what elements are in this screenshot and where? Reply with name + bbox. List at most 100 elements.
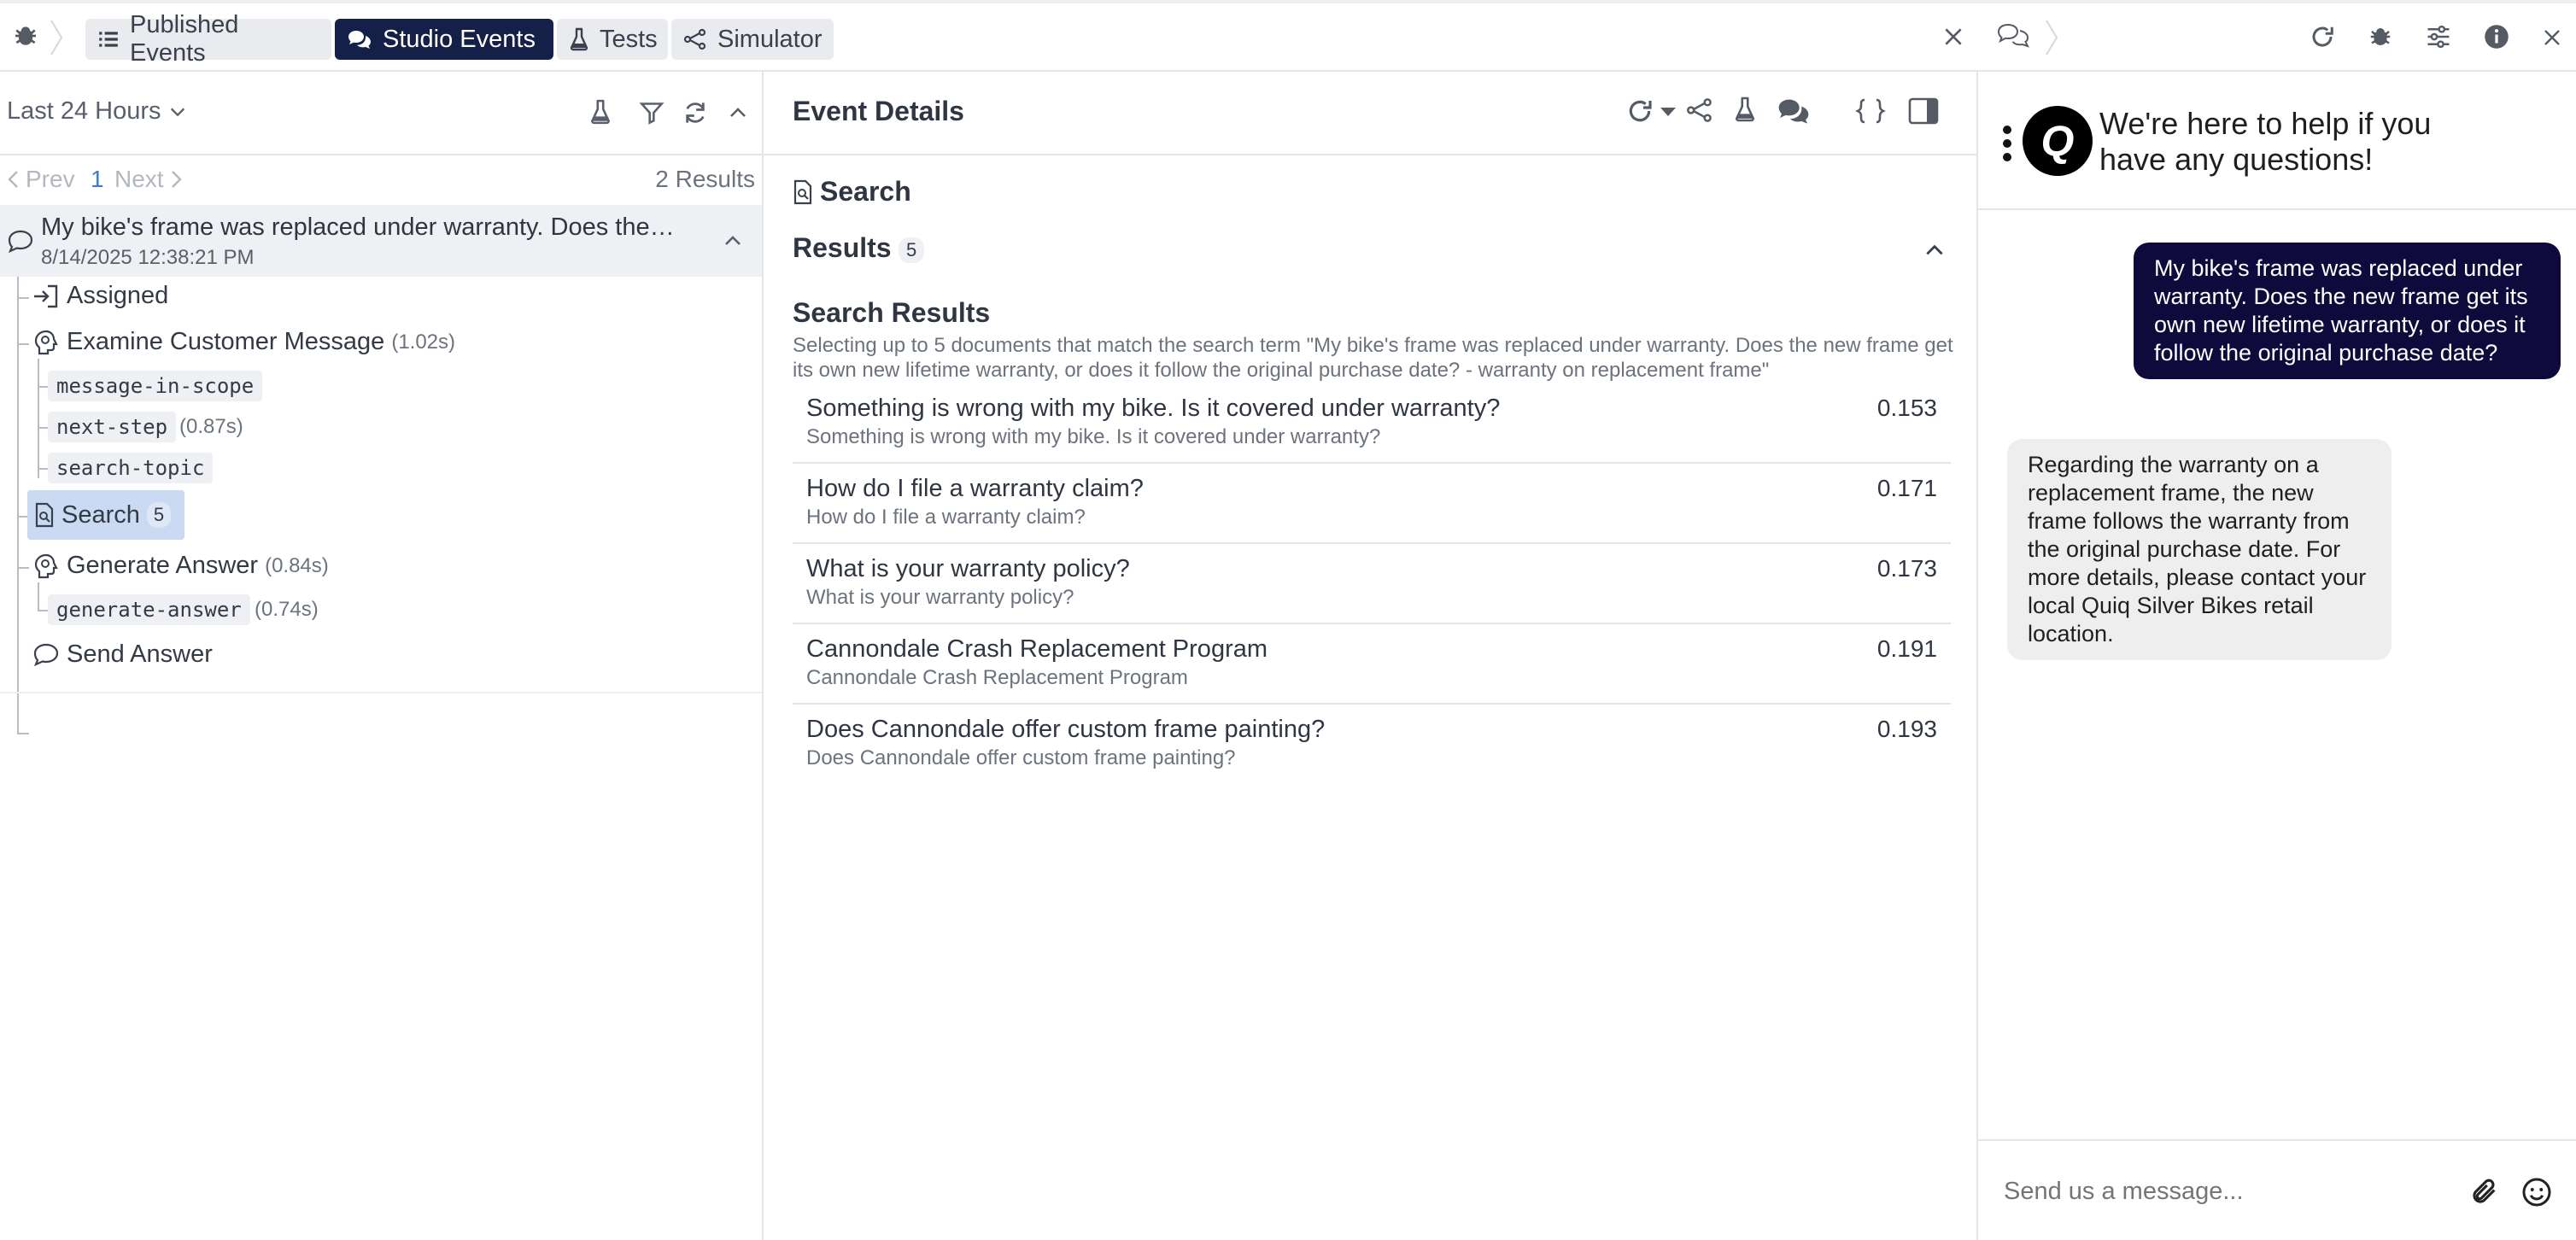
count-badge: 5: [146, 502, 172, 528]
more-options-icon[interactable]: [2002, 125, 2012, 162]
caret-down-icon[interactable]: [1659, 106, 1677, 118]
page-title: Event Details: [793, 96, 964, 126]
tree-connector: [17, 343, 29, 345]
duration-label: (1.02s): [391, 330, 456, 354]
events-list-panel: Last 24 Hours Prev 1 Next 2 Results My b…: [0, 72, 764, 1240]
info-icon[interactable]: [2484, 24, 2509, 50]
brand-logo: Q: [2023, 106, 2093, 176]
code-braces-icon[interactable]: [1855, 97, 1886, 125]
chat-header: Q We're here to help if you have any que…: [1978, 72, 2576, 210]
tab-label: Published Events: [130, 11, 239, 67]
result-score: 0.191: [1876, 635, 1937, 662]
duration-label: (0.74s): [255, 598, 319, 621]
duration-label: (0.84s): [265, 553, 329, 577]
search-result-row[interactable]: How do I file a warranty claim? How do I…: [793, 463, 1951, 544]
sliders-icon[interactable]: [2426, 24, 2451, 50]
share-nodes-icon[interactable]: [1686, 97, 1713, 123]
message-input[interactable]: [2002, 1173, 2450, 1209]
refresh-icon[interactable]: [2310, 24, 2335, 50]
chat-toolbar: [1978, 0, 2576, 72]
prev-page-button[interactable]: Prev: [5, 166, 75, 193]
result-subtitle: Something is wrong with my bike. Is it c…: [806, 425, 1381, 448]
chat-bubble-icon: [32, 642, 60, 668]
result-subtitle: Cannondale Crash Replacement Program: [806, 666, 1188, 689]
search-result-row[interactable]: Cannondale Crash Replacement Program Can…: [793, 623, 1951, 705]
search-result-row[interactable]: Something is wrong with my bike. Is it c…: [793, 383, 1951, 464]
tag-generate-answer[interactable]: generate-answer: [48, 594, 250, 625]
logo-letter: Q: [2040, 117, 2075, 165]
emoji-icon[interactable]: [2521, 1177, 2552, 1208]
events-filter-bar: Last 24 Hours: [0, 72, 762, 155]
chevron-up-icon[interactable]: [1923, 239, 1946, 261]
tree-connector: [38, 582, 39, 610]
chat-bubble-icon: [7, 229, 34, 254]
brain-head-icon: [32, 329, 60, 356]
search-result-row[interactable]: What is your warranty policy? What is yo…: [793, 543, 1951, 624]
node-heading: Search: [793, 176, 911, 208]
bug-icon[interactable]: [12, 22, 39, 50]
top-toolbar: Published Events Studio Events Tests Sim…: [0, 0, 1978, 72]
tag-message-in-scope[interactable]: message-in-scope: [48, 371, 263, 401]
tree-node-label: Search: [61, 500, 140, 529]
next-page-button[interactable]: Next: [114, 166, 184, 193]
search-document-icon: [793, 179, 813, 205]
close-icon[interactable]: [2542, 27, 2562, 48]
flask-icon: [569, 27, 589, 51]
result-title: Cannondale Crash Replacement Program: [806, 635, 1268, 663]
tree-node-label: Examine Customer Message: [67, 328, 385, 355]
tree-connector: [38, 610, 48, 611]
results-count: 2 Results: [655, 166, 755, 192]
tab-studio-events[interactable]: Studio Events: [335, 19, 553, 60]
paperclip-icon[interactable]: [2470, 1177, 2499, 1206]
current-page[interactable]: 1: [91, 166, 104, 193]
tab-simulator[interactable]: Simulator: [671, 19, 834, 60]
sidebar-toggle-icon[interactable]: [1908, 97, 1939, 125]
chevron-up-icon[interactable]: [728, 102, 748, 123]
chat-bubbles-icon[interactable]: [1777, 97, 1811, 125]
event-timestamp: 8/14/2025 12:38:21 PM: [41, 246, 255, 269]
tab-label: Tests: [600, 25, 658, 53]
tag-next-step[interactable]: next-step: [48, 412, 177, 442]
event-details-panel: Event Details Search Results 5 Search Re…: [764, 72, 1978, 1240]
refresh-icon[interactable]: [683, 101, 707, 125]
tree-node-label: Send Answer: [67, 640, 213, 668]
tab-label: Simulator: [717, 25, 823, 53]
share-nodes-icon: [683, 28, 707, 50]
result-subtitle: How do I file a warranty claim?: [806, 506, 1086, 529]
close-icon[interactable]: [1942, 26, 1964, 48]
time-range-dropdown[interactable]: Last 24 Hours: [7, 97, 187, 126]
results-header[interactable]: Results 5: [793, 232, 1951, 266]
tag-search-topic[interactable]: search-topic: [48, 453, 214, 483]
results-label: Results: [793, 232, 892, 263]
time-range-value: Last 24 Hours: [7, 97, 161, 125]
bug-icon[interactable]: [2368, 24, 2393, 50]
tree-node-label: Assigned: [67, 282, 169, 309]
chevron-left-icon: [5, 169, 20, 190]
filter-icon[interactable]: [639, 101, 664, 125]
event-list-item[interactable]: My bike's frame was replaced under warra…: [0, 205, 762, 277]
tree-connector: [17, 567, 29, 569]
result-title: Does Cannondale offer custom frame paint…: [806, 716, 1326, 743]
chat-bubbles-outline-icon[interactable]: [1997, 22, 2029, 50]
tree-node-examine-customer-message[interactable]: Examine Customer Message (1.02s): [32, 328, 455, 356]
result-title: Something is wrong with my bike. Is it c…: [806, 395, 1501, 422]
search-result-row[interactable]: Does Cannondale offer custom frame paint…: [793, 704, 1951, 783]
prev-label: Prev: [26, 166, 75, 192]
tree-node-send-answer[interactable]: Send Answer: [32, 640, 213, 669]
chevron-down-icon: [168, 102, 187, 121]
reload-icon[interactable]: [1626, 97, 1654, 125]
result-score: 0.173: [1876, 555, 1937, 582]
tree-node-generate-answer[interactable]: Generate Answer (0.84s): [32, 552, 329, 580]
flask-icon[interactable]: [589, 99, 612, 125]
tree-connector: [17, 733, 29, 734]
tree-node-search[interactable]: Search 5: [27, 490, 184, 540]
node-label: Search: [820, 176, 911, 207]
chevron-up-icon[interactable]: [723, 231, 743, 251]
tree-node-assigned[interactable]: Assigned: [32, 282, 168, 310]
flask-icon[interactable]: [1734, 96, 1756, 123]
details-header: Event Details: [764, 72, 1976, 155]
tab-label: Studio Events: [383, 25, 536, 53]
tab-published-events[interactable]: Published Events: [85, 11, 331, 67]
tab-tests[interactable]: Tests: [557, 19, 668, 60]
tree-connector: [38, 359, 39, 478]
